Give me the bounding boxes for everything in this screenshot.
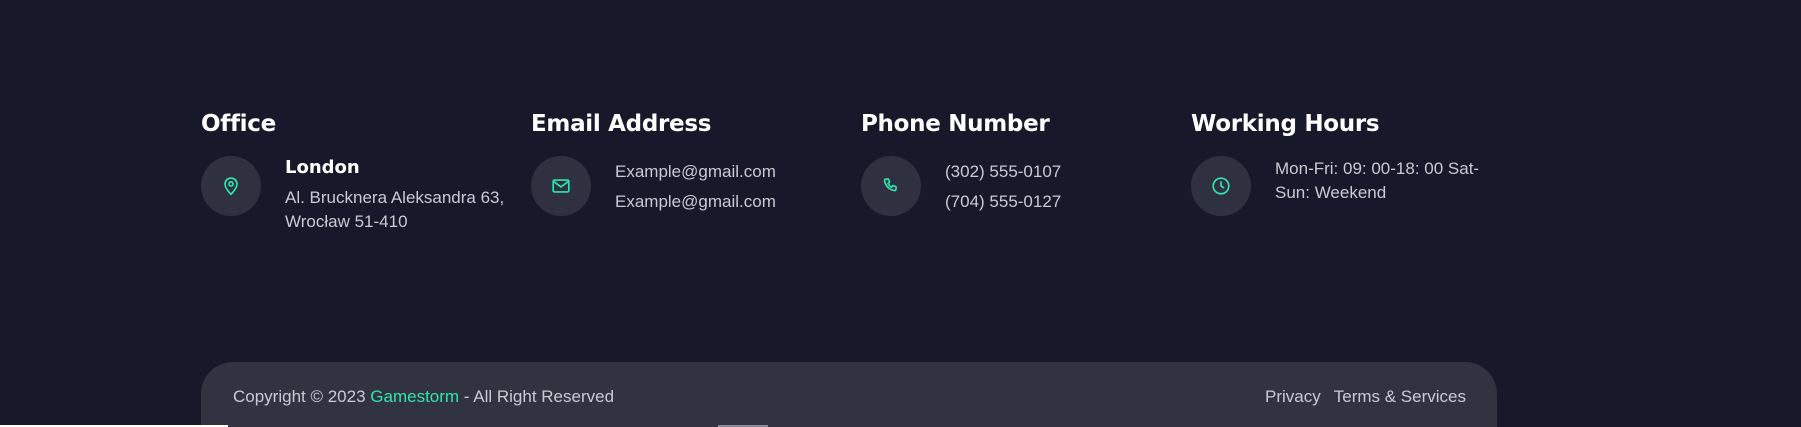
office-column: Office London Al. Brucknera Aleksandra 6… [201,108,531,246]
map-pin-icon [201,156,261,216]
phone-title: Phone Number [861,111,1050,137]
brand-link[interactable]: Gamestorm [370,387,459,406]
footer-bar: Copyright © 2023 Gamestorm - All Right R… [201,362,1497,427]
phone-info: (302) 555-0107 (704) 555-0127 [861,156,1191,246]
footer-page: Office London Al. Brucknera Aleksandra 6… [0,0,1801,427]
phone-primary-link[interactable]: (302) 555-0107 [945,160,1185,184]
mail-icon [531,156,591,216]
office-address-line1: Al. Brucknera Aleksandra 63, [285,188,505,207]
office-address-line2: Wrocław 51-410 [285,212,408,231]
terms-link[interactable]: Terms & Services [1334,385,1466,409]
hours-info: Mon-Fri: 09: 00-18: 00 Sat- Sun: Weekend [1191,156,1521,246]
hours-column: Working Hours Mon-Fri: 09: 00-18: 00 Sat… [1191,108,1521,246]
clock-icon [1191,156,1251,216]
phone-text: (302) 555-0107 (704) 555-0127 [945,160,1185,214]
hours-line2: Sun: Weekend [1275,183,1387,202]
copyright-suffix: - All Right Reserved [459,387,615,406]
copyright-prefix: Copyright © 2023 [233,387,371,406]
email-title: Email Address [531,111,712,137]
copyright-text: Copyright © 2023 Gamestorm - All Right R… [233,385,614,409]
hours-line1: Mon-Fri: 09: 00-18: 00 Sat- [1275,159,1480,178]
office-city: London [285,157,360,178]
email-info: Example@gmail.com Example@gmail.com [531,156,861,246]
phone-secondary-link[interactable]: (704) 555-0127 [945,190,1185,214]
footer-links: Privacy Terms & Services [1265,385,1466,409]
office-title: Office [201,111,276,137]
email-secondary-link[interactable]: Example@gmail.com [615,190,855,214]
privacy-link[interactable]: Privacy [1265,385,1321,409]
hours-title: Working Hours [1191,111,1380,137]
phone-column: Phone Number (302) 555-0107 (704) 555-01… [861,108,1191,246]
email-column: Email Address Example@gmail.com Example@… [531,108,861,246]
office-text: London Al. Brucknera Aleksandra 63, Wroc… [285,156,525,234]
office-info: London Al. Brucknera Aleksandra 63, Wroc… [201,156,531,246]
email-text: Example@gmail.com Example@gmail.com [615,160,855,214]
hours-text: Mon-Fri: 09: 00-18: 00 Sat- Sun: Weekend [1275,157,1515,205]
phone-icon [861,156,921,216]
email-primary-link[interactable]: Example@gmail.com [615,160,855,184]
